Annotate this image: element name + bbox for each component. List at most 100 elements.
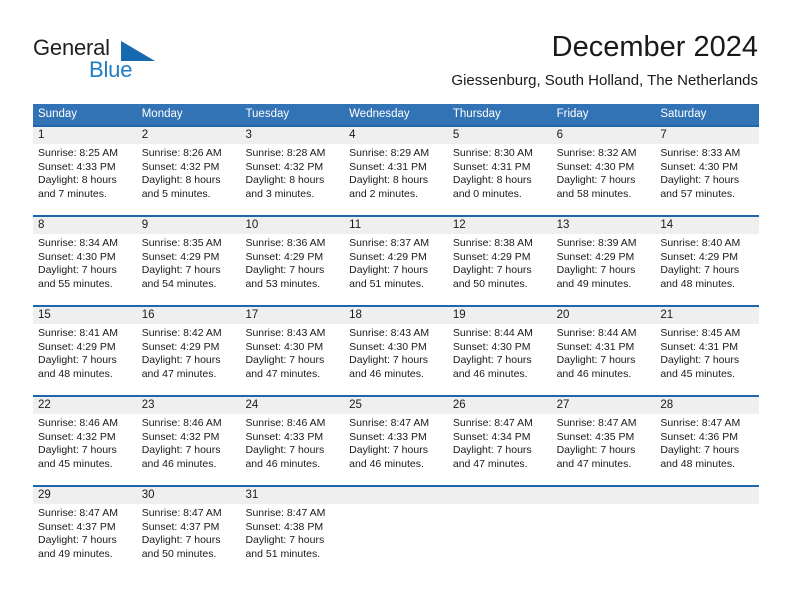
day-cell-empty [552,504,656,575]
day-cell[interactable]: Sunrise: 8:28 AM Sunset: 4:32 PM Dayligh… [240,144,344,215]
sunrise-text: Sunrise: 8:33 AM [660,147,741,159]
day-cell[interactable]: Sunrise: 8:47 AM Sunset: 4:37 PM Dayligh… [137,504,241,575]
day-cell[interactable]: Sunrise: 8:42 AM Sunset: 4:29 PM Dayligh… [137,324,241,395]
daylight-text-1: Daylight: 7 hours [660,174,740,187]
day-number: 6 [556,129,563,141]
day-cell[interactable]: Sunrise: 8:40 AM Sunset: 4:29 PM Dayligh… [655,234,759,305]
day-number: 15 [38,309,51,321]
day-detail-row: Sunrise: 8:25 AM Sunset: 4:33 PM Dayligh… [33,144,759,215]
day-number: 1 [38,129,45,141]
daylight-text-2: and 47 minutes. [245,367,321,380]
day-cell-empty [655,504,759,575]
day-cell[interactable]: Sunrise: 8:46 AM Sunset: 4:33 PM Dayligh… [240,414,344,485]
sunset-text: Sunset: 4:29 PM [141,250,220,263]
sunrise-text: Sunrise: 8:41 AM [38,327,118,339]
day-cell[interactable]: Sunrise: 8:46 AM Sunset: 4:32 PM Dayligh… [33,414,137,485]
day-number: 22 [38,399,51,411]
day-number-row: 15 16 17 18 19 20 21 [33,307,759,324]
daylight-text-1: Daylight: 7 hours [38,444,117,457]
day-number: 25 [349,399,362,411]
daylight-text-1: Daylight: 7 hours [38,534,117,547]
sunset-text: Sunset: 4:37 PM [141,520,220,533]
day-number: 29 [38,489,51,501]
daylight-text-1: Daylight: 7 hours [245,264,325,277]
day-cell[interactable]: Sunrise: 8:44 AM Sunset: 4:31 PM Dayligh… [552,324,656,395]
day-cell[interactable]: Sunrise: 8:29 AM Sunset: 4:31 PM Dayligh… [344,144,448,215]
day-cell[interactable]: Sunrise: 8:41 AM Sunset: 4:29 PM Dayligh… [33,324,137,395]
day-detail-row: Sunrise: 8:46 AM Sunset: 4:32 PM Dayligh… [33,414,759,485]
day-number: 7 [660,129,667,141]
weekday-header-row: Sunday Monday Tuesday Wednesday Thursday… [33,104,759,125]
title-block: December 2024 Giessenburg, South Holland… [451,30,758,90]
day-cell[interactable]: Sunrise: 8:47 AM Sunset: 4:34 PM Dayligh… [448,414,552,485]
sunrise-text: Sunrise: 8:30 AM [452,147,533,159]
day-cell[interactable]: Sunrise: 8:39 AM Sunset: 4:29 PM Dayligh… [552,234,656,305]
day-cell[interactable]: Sunrise: 8:44 AM Sunset: 4:30 PM Dayligh… [448,324,552,395]
sunset-text: Sunset: 4:29 PM [349,250,427,263]
day-cell[interactable]: Sunrise: 8:43 AM Sunset: 4:30 PM Dayligh… [344,324,448,395]
sunset-text: Sunset: 4:32 PM [38,430,116,443]
daylight-text-1: Daylight: 8 hours [349,174,428,187]
daylight-text-2: and 47 minutes. [141,367,217,380]
daylight-text-2: and 46 minutes. [245,457,321,470]
daylight-text-1: Daylight: 7 hours [660,354,740,367]
day-cell[interactable]: Sunrise: 8:26 AM Sunset: 4:32 PM Dayligh… [137,144,241,215]
sunset-text: Sunset: 4:29 PM [660,250,738,263]
daylight-text-1: Daylight: 8 hours [141,174,221,187]
day-cell[interactable]: Sunrise: 8:35 AM Sunset: 4:29 PM Dayligh… [137,234,241,305]
day-number-row: 22 23 24 25 26 27 28 [33,397,759,414]
sunset-text: Sunset: 4:32 PM [245,160,324,173]
day-cell[interactable]: Sunrise: 8:45 AM Sunset: 4:31 PM Dayligh… [655,324,759,395]
week-row: 29 30 31 Sunrise: 8:47 AM Sunset: 4:37 P… [33,485,759,575]
sunrise-text: Sunrise: 8:47 AM [38,507,118,519]
sunset-text: Sunset: 4:35 PM [556,430,635,443]
sunset-text: Sunset: 4:37 PM [38,520,116,533]
daylight-text-1: Daylight: 7 hours [452,264,532,277]
daylight-text-2: and 49 minutes. [556,277,632,290]
daylight-text-2: and 46 minutes. [349,457,424,470]
sunset-text: Sunset: 4:31 PM [660,340,738,353]
daylight-text-2: and 2 minutes. [349,187,419,200]
daylight-text-2: and 7 minutes. [38,187,107,200]
sunrise-text: Sunrise: 8:44 AM [452,327,533,339]
day-cell[interactable]: Sunrise: 8:25 AM Sunset: 4:33 PM Dayligh… [33,144,137,215]
day-cell[interactable]: Sunrise: 8:47 AM Sunset: 4:38 PM Dayligh… [240,504,344,575]
day-cell[interactable]: Sunrise: 8:43 AM Sunset: 4:30 PM Dayligh… [240,324,344,395]
day-number-empty [552,487,656,504]
day-cell[interactable]: Sunrise: 8:37 AM Sunset: 4:29 PM Dayligh… [344,234,448,305]
sunrise-text: Sunrise: 8:43 AM [349,327,430,339]
daylight-text-2: and 55 minutes. [38,277,113,290]
day-cell[interactable]: Sunrise: 8:47 AM Sunset: 4:36 PM Dayligh… [655,414,759,485]
brand-logo[interactable]: General Blue [33,36,173,84]
day-cell[interactable]: Sunrise: 8:36 AM Sunset: 4:29 PM Dayligh… [240,234,344,305]
day-cell[interactable]: Sunrise: 8:33 AM Sunset: 4:30 PM Dayligh… [655,144,759,215]
daylight-text-1: Daylight: 7 hours [349,444,428,457]
sunset-text: Sunset: 4:30 PM [556,160,635,173]
day-cell[interactable]: Sunrise: 8:47 AM Sunset: 4:37 PM Dayligh… [33,504,137,575]
sunrise-text: Sunrise: 8:34 AM [38,237,118,249]
daylight-text-1: Daylight: 8 hours [452,174,532,187]
daylight-text-2: and 48 minutes. [38,367,113,380]
sunrise-text: Sunrise: 8:46 AM [38,417,118,429]
sunrise-text: Sunrise: 8:38 AM [452,237,533,249]
day-cell[interactable]: Sunrise: 8:38 AM Sunset: 4:29 PM Dayligh… [448,234,552,305]
day-number: 28 [660,399,674,411]
day-number: 16 [141,309,155,321]
day-cell[interactable]: Sunrise: 8:47 AM Sunset: 4:33 PM Dayligh… [344,414,448,485]
sunrise-text: Sunrise: 8:32 AM [556,147,637,159]
daylight-text-1: Daylight: 7 hours [141,534,221,547]
day-cell[interactable]: Sunrise: 8:46 AM Sunset: 4:32 PM Dayligh… [137,414,241,485]
daylight-text-2: and 46 minutes. [556,367,632,380]
sunrise-text: Sunrise: 8:43 AM [245,327,326,339]
sunrise-text: Sunrise: 8:40 AM [660,237,741,249]
day-cell[interactable]: Sunrise: 8:30 AM Sunset: 4:31 PM Dayligh… [448,144,552,215]
day-detail-row: Sunrise: 8:34 AM Sunset: 4:30 PM Dayligh… [33,234,759,305]
day-number: 26 [452,399,466,411]
sunrise-text: Sunrise: 8:39 AM [556,237,637,249]
brand-name-blue: Blue [89,57,133,82]
day-cell[interactable]: Sunrise: 8:34 AM Sunset: 4:30 PM Dayligh… [33,234,137,305]
day-cell[interactable]: Sunrise: 8:32 AM Sunset: 4:30 PM Dayligh… [552,144,656,215]
sunset-text: Sunset: 4:29 PM [141,340,220,353]
day-cell[interactable]: Sunrise: 8:47 AM Sunset: 4:35 PM Dayligh… [552,414,656,485]
daylight-text-2: and 5 minutes. [141,187,211,200]
